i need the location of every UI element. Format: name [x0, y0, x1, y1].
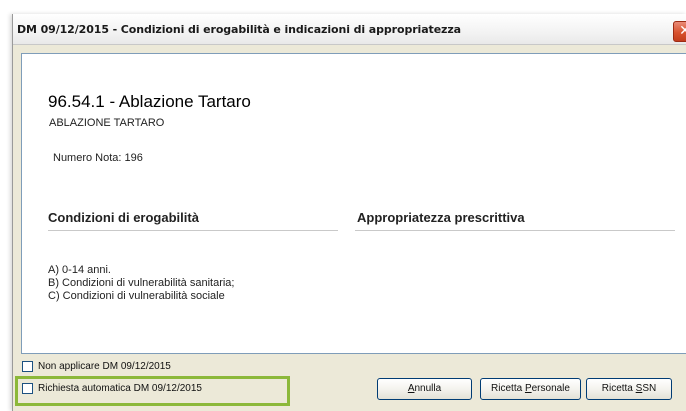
ricetta-ssn-button[interactable]: Ricetta SSN [586, 378, 672, 400]
ssn-rest: SN [642, 383, 657, 394]
appropriateness-divider [355, 230, 675, 231]
ssn-prefix: Ricetta [601, 383, 636, 394]
conditions-heading: Condizioni di erogabilità [48, 210, 199, 225]
non-applicare-label: Non applicare DM 09/12/2015 [38, 360, 171, 372]
list-item: B) Condizioni di vulnerabilità sanitaria… [48, 277, 235, 289]
annulla-rest: nnulla [414, 383, 442, 394]
ricetta-personale-button[interactable]: Ricetta Personale [480, 378, 581, 400]
non-applicare-option[interactable]: Non applicare DM 09/12/2015 [22, 359, 171, 373]
window-title: DM 09/12/2015 - Condizioni di erogabilit… [17, 23, 461, 36]
title-bar[interactable]: DM 09/12/2015 - Condizioni di erogabilit… [13, 14, 686, 45]
details-panel: 96.54.1 - Ablazione Tartaro ABLAZIONE TA… [21, 53, 686, 354]
list-item: C) Condizioni di vulnerabilità sociale [48, 290, 225, 302]
procedure-subtitle: ABLAZIONE TARTARO [49, 117, 165, 129]
procedure-title: 96.54.1 - Ablazione Tartaro [48, 92, 251, 111]
dialog-window: DM 09/12/2015 - Condizioni di erogabilit… [12, 14, 686, 411]
conditions-divider [48, 230, 338, 231]
appropriateness-heading: Appropriatezza prescrittiva [357, 210, 525, 225]
list-item: A) 0-14 anni. [48, 264, 111, 276]
personale-prefix: Ricetta [491, 383, 525, 394]
annulla-button[interactable]: Annulla [377, 378, 472, 400]
conditions-list: A) 0-14 anni. B) Condizioni di vulnerabi… [48, 264, 234, 303]
highlight-box [15, 376, 290, 406]
nota-number: Numero Nota: 196 [53, 152, 143, 164]
close-icon[interactable]: ✕ [673, 21, 686, 42]
personale-mnemonic: P [524, 383, 532, 394]
personale-rest: ersonale [531, 383, 570, 394]
non-applicare-checkbox[interactable] [22, 360, 33, 372]
